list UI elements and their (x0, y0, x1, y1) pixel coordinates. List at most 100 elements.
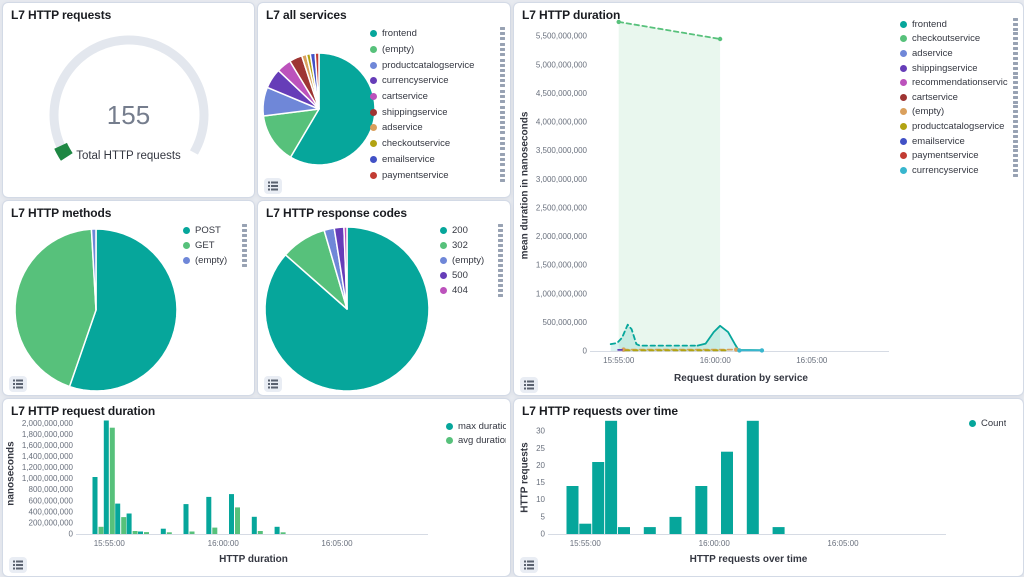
legend-item[interactable]: cartservice (370, 89, 505, 105)
legend-label[interactable]: frontend (382, 28, 417, 39)
bar-max duration[interactable] (252, 517, 257, 534)
bar-max duration[interactable] (93, 477, 98, 534)
legend-actions-icon[interactable] (242, 239, 247, 252)
legend-item[interactable]: GET (183, 238, 247, 253)
legend-label[interactable]: GET (195, 240, 215, 251)
legend-item[interactable]: frontend (900, 17, 1018, 32)
legend-actions-icon[interactable] (500, 27, 505, 40)
legend-item[interactable]: 302 (440, 238, 503, 253)
bar-Count[interactable] (618, 527, 630, 534)
legend-toggle-button[interactable] (9, 376, 27, 392)
legend-actions-icon[interactable] (1013, 164, 1018, 177)
legend-label[interactable]: emailservice (382, 154, 435, 165)
bar-avg duration[interactable] (167, 532, 172, 534)
bar-avg duration[interactable] (258, 531, 263, 534)
panel-title[interactable]: L7 HTTP requests (11, 8, 111, 22)
legend-actions-icon[interactable] (498, 224, 503, 237)
legend-label[interactable]: paymentservice (382, 170, 449, 181)
legend-actions-icon[interactable] (498, 254, 503, 267)
legend-actions-icon[interactable] (1013, 120, 1018, 133)
legend-actions-icon[interactable] (500, 74, 505, 87)
legend-item[interactable]: adservice (370, 120, 505, 136)
legend-label[interactable]: recommendationservice (912, 77, 1008, 88)
bar-Count[interactable] (605, 421, 617, 534)
bar-Count[interactable] (644, 527, 656, 534)
bar-max duration[interactable] (206, 497, 211, 534)
legend-item[interactable]: 200 (440, 223, 503, 238)
bar-Count[interactable] (592, 462, 604, 534)
bar-chart[interactable]: 05101520253015:55:0016:00:0016:05:00 (514, 399, 1023, 576)
legend-item[interactable]: productcatalogservice (370, 57, 505, 73)
legend-label[interactable]: 302 (452, 240, 468, 251)
legend-actions-icon[interactable] (500, 169, 505, 182)
legend-label[interactable]: (empty) (912, 106, 944, 117)
legend-item[interactable]: adservice (900, 46, 1018, 61)
legend-item[interactable]: productcatalogservice (900, 119, 1018, 134)
legend-label[interactable]: (empty) (452, 255, 484, 266)
legend-item[interactable]: emailservice (900, 134, 1018, 149)
legend-label[interactable]: (empty) (382, 44, 414, 55)
panel-title[interactable]: L7 all services (266, 8, 347, 22)
bar-Count[interactable] (579, 524, 591, 534)
legend-item[interactable]: shippingservice (900, 61, 1018, 76)
legend-item[interactable]: paymentservice (370, 167, 505, 183)
legend-item[interactable]: Count (969, 416, 1019, 431)
bar-max duration[interactable] (229, 494, 234, 534)
bar-max duration[interactable] (127, 514, 132, 535)
legend-item[interactable]: currencyservice (370, 73, 505, 89)
legend-label[interactable]: 404 (452, 285, 468, 296)
legend-actions-icon[interactable] (1013, 47, 1018, 60)
legend-label[interactable]: (empty) (195, 255, 227, 266)
panel-title[interactable]: L7 HTTP duration (522, 8, 620, 22)
legend-label[interactable]: currencyservice (912, 165, 979, 176)
legend-actions-icon[interactable] (1013, 32, 1018, 45)
legend-actions-icon[interactable] (500, 137, 505, 150)
legend-label[interactable]: 200 (452, 225, 468, 236)
legend-item[interactable]: max duration (446, 419, 506, 434)
legend-label[interactable]: adservice (382, 122, 423, 133)
legend-toggle-button[interactable] (264, 376, 282, 392)
legend-actions-icon[interactable] (1013, 76, 1018, 89)
legend-label[interactable]: POST (195, 225, 221, 236)
legend-item[interactable]: avg duration (446, 434, 506, 449)
legend-label[interactable]: cartservice (382, 91, 428, 102)
bar-avg duration[interactable] (110, 428, 115, 534)
legend-actions-icon[interactable] (1013, 18, 1018, 31)
legend-label[interactable]: 500 (452, 270, 468, 281)
legend-item[interactable]: (empty) (440, 253, 503, 268)
legend-actions-icon[interactable] (500, 121, 505, 134)
bar-avg duration[interactable] (99, 527, 104, 534)
legend-actions-icon[interactable] (500, 43, 505, 56)
bar-max duration[interactable] (275, 527, 280, 534)
bar-Count[interactable] (721, 452, 733, 534)
legend-actions-icon[interactable] (1013, 91, 1018, 104)
legend-item[interactable]: cartservice (900, 90, 1018, 105)
legend-label[interactable]: avg duration (458, 435, 506, 446)
legend-actions-icon[interactable] (498, 239, 503, 252)
legend-actions-icon[interactable] (498, 269, 503, 282)
legend-item[interactable]: shippingservice (370, 104, 505, 120)
bar-max duration[interactable] (138, 532, 143, 535)
legend-item[interactable]: 404 (440, 283, 503, 298)
legend-item[interactable]: (empty) (183, 253, 247, 268)
panel-title[interactable]: L7 HTTP request duration (11, 404, 155, 418)
legend-item[interactable]: checkoutservice (900, 32, 1018, 47)
legend-item[interactable]: currencyservice (900, 163, 1018, 178)
legend-item[interactable]: (empty) (370, 42, 505, 58)
bar-Count[interactable] (567, 486, 579, 534)
legend-item[interactable]: 500 (440, 268, 503, 283)
legend-item[interactable]: frontend (370, 26, 505, 42)
bar-avg duration[interactable] (190, 532, 195, 535)
legend-label[interactable]: checkoutservice (382, 138, 450, 149)
bar-max duration[interactable] (115, 504, 120, 534)
legend-item[interactable]: (empty) (900, 105, 1018, 120)
legend-label[interactable]: max duration (458, 421, 506, 432)
bar-chart[interactable]: 0200,000,000400,000,000600,000,000800,00… (3, 399, 510, 576)
bar-avg duration[interactable] (281, 532, 286, 534)
legend-item[interactable]: recommendationservice (900, 75, 1018, 90)
legend-actions-icon[interactable] (1013, 149, 1018, 162)
legend-label[interactable]: emailservice (912, 136, 965, 147)
legend-label[interactable]: shippingservice (912, 63, 977, 74)
legend-toggle-button[interactable] (264, 178, 282, 194)
legend-toggle-button[interactable] (520, 377, 538, 393)
